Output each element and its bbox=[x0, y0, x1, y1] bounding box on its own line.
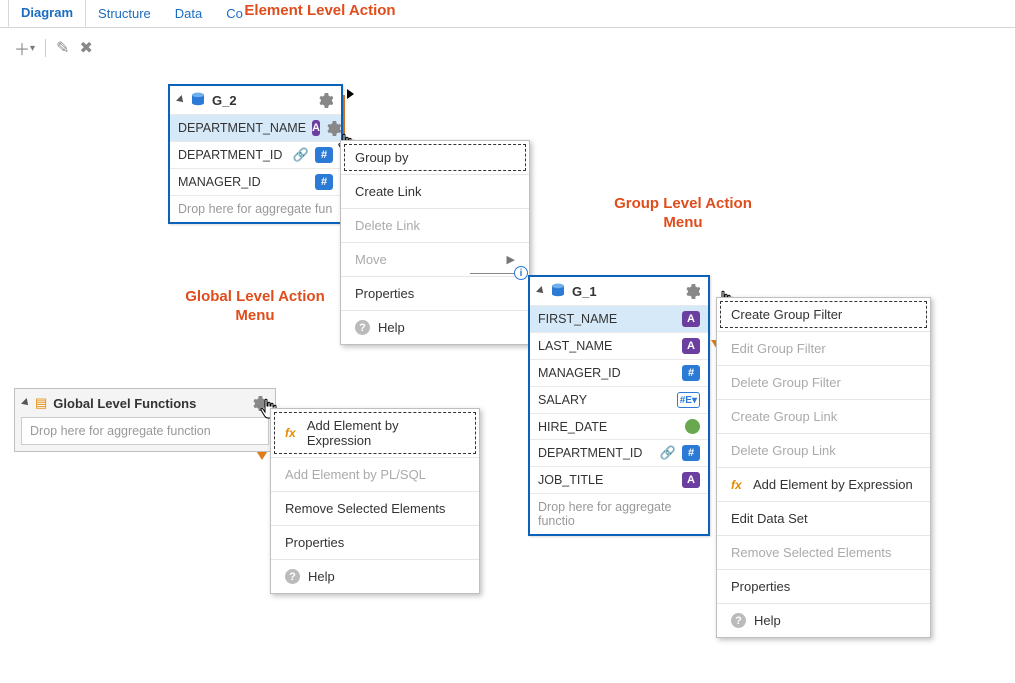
help-icon: ? bbox=[285, 569, 300, 584]
g2-drop-zone[interactable]: Drop here for aggregate fun bbox=[170, 195, 341, 222]
field-label: FIRST_NAME bbox=[538, 312, 676, 326]
type-number-icon: # bbox=[682, 445, 700, 461]
menu-delete-group-link: Delete Group Link bbox=[717, 433, 930, 467]
row-manager-id[interactable]: MANAGER_ID # bbox=[530, 359, 708, 386]
row-department-id[interactable]: DEPARTMENT_ID 🔗 # bbox=[530, 439, 708, 466]
toolbar-divider bbox=[45, 39, 46, 57]
menu-delete-link: Delete Link bbox=[341, 208, 529, 242]
dataset-icon bbox=[190, 92, 206, 108]
global-action-menu: fxAdd Element by Expression Add Element … bbox=[270, 408, 480, 594]
menu-edit-group-filter: Edit Group Filter bbox=[717, 331, 930, 365]
field-label: LAST_NAME bbox=[538, 339, 676, 353]
group-g1-header[interactable]: G_1 bbox=[530, 277, 708, 305]
group-g2: G_2 DEPARTMENT_NAME A DEPARTMENT_ID 🔗 # … bbox=[168, 84, 343, 224]
menu-create-group-filter[interactable]: Create Group Filter bbox=[717, 298, 930, 331]
row-manager-id[interactable]: MANAGER_ID # bbox=[170, 168, 341, 195]
field-label: MANAGER_ID bbox=[178, 175, 309, 189]
annotation-element-level: Element Level Action bbox=[190, 2, 450, 19]
toolbar: ＋▾ ✎ ✖ bbox=[0, 28, 1015, 68]
fx-icon: fx bbox=[731, 478, 745, 492]
delete-button[interactable]: ✖ bbox=[79, 38, 92, 58]
menu-group-by[interactable]: Group by bbox=[341, 141, 529, 174]
menu-create-group-link: Create Group Link bbox=[717, 399, 930, 433]
chevron-right-icon: ▶ bbox=[507, 253, 515, 266]
menu-remove-selected: Remove Selected Elements bbox=[717, 535, 930, 569]
field-label: JOB_TITLE bbox=[538, 473, 676, 487]
connector-info-icon[interactable]: i bbox=[514, 266, 528, 280]
global-panel-header[interactable]: ▤ Global Level Functions bbox=[15, 389, 275, 417]
global-panel-title: Global Level Functions bbox=[53, 396, 196, 411]
collapse-icon[interactable] bbox=[536, 286, 546, 296]
tab-strip: Diagram Structure Data Co bbox=[0, 0, 1015, 28]
menu-delete-group-filter: Delete Group Filter bbox=[717, 365, 930, 399]
menu-add-element-expression[interactable]: fxAdd Element by Expression bbox=[717, 467, 930, 501]
tab-diagram[interactable]: Diagram bbox=[8, 0, 86, 27]
group-g2-title: G_2 bbox=[212, 93, 312, 108]
row-last-name[interactable]: LAST_NAME A bbox=[530, 332, 708, 359]
row-job-title[interactable]: JOB_TITLE A bbox=[530, 466, 708, 493]
fx-icon: fx bbox=[285, 426, 299, 440]
group-action-menu: Create Group Filter Edit Group Filter De… bbox=[716, 297, 931, 638]
type-number-icon: # bbox=[315, 174, 333, 190]
row-department-name[interactable]: DEPARTMENT_NAME A bbox=[170, 114, 341, 141]
menu-add-element-plsql: Add Element by PL/SQL bbox=[271, 457, 479, 491]
field-label: DEPARTMENT_NAME bbox=[178, 121, 306, 135]
edit-button[interactable]: ✎ bbox=[56, 38, 69, 58]
menu-create-link[interactable]: Create Link bbox=[341, 174, 529, 208]
group-g1-title: G_1 bbox=[572, 284, 679, 299]
field-label: SALARY bbox=[538, 393, 671, 407]
gear-icon[interactable] bbox=[252, 396, 267, 411]
row-hire-date[interactable]: HIRE_DATE bbox=[530, 413, 708, 439]
type-text-icon: A bbox=[682, 311, 700, 327]
menu-add-element-expression[interactable]: fxAdd Element by Expression bbox=[271, 409, 479, 457]
menu-properties[interactable]: Properties bbox=[717, 569, 930, 603]
field-label: MANAGER_ID bbox=[538, 366, 676, 380]
type-text-icon: A bbox=[682, 338, 700, 354]
collapse-icon[interactable] bbox=[176, 95, 186, 105]
gear-icon[interactable] bbox=[318, 93, 333, 108]
global-drop-zone[interactable]: Drop here for aggregate function bbox=[21, 417, 269, 445]
menu-help[interactable]: ?Help bbox=[271, 559, 479, 593]
connector-line bbox=[470, 273, 518, 274]
group-g2-header[interactable]: G_2 bbox=[170, 86, 341, 114]
menu-help[interactable]: ?Help bbox=[717, 603, 930, 637]
link-icon: 🔗 bbox=[293, 147, 309, 163]
field-label: HIRE_DATE bbox=[538, 420, 679, 434]
annotation-global-level: Global Level ActionMenu bbox=[140, 288, 370, 326]
menu-edit-data-set[interactable]: Edit Data Set bbox=[717, 501, 930, 535]
connector-out-icon bbox=[347, 89, 354, 99]
type-number-expr-icon: #E▾ bbox=[677, 392, 700, 408]
field-label: DEPARTMENT_ID bbox=[178, 148, 287, 162]
gear-icon[interactable] bbox=[326, 121, 341, 136]
type-text-icon: A bbox=[682, 472, 700, 488]
menu-remove-selected[interactable]: Remove Selected Elements bbox=[271, 491, 479, 525]
link-icon: 🔗 bbox=[660, 445, 676, 461]
global-functions-panel: ▤ Global Level Functions Drop here for a… bbox=[14, 388, 276, 452]
help-icon: ? bbox=[731, 613, 746, 628]
row-first-name[interactable]: FIRST_NAME A bbox=[530, 305, 708, 332]
field-label: DEPARTMENT_ID bbox=[538, 446, 654, 460]
type-number-icon: # bbox=[682, 365, 700, 381]
add-button[interactable]: ＋▾ bbox=[14, 36, 35, 60]
dataset-icon bbox=[550, 283, 566, 299]
annotation-group-level: Group Level ActionMenu bbox=[568, 195, 798, 233]
row-department-id[interactable]: DEPARTMENT_ID 🔗 # bbox=[170, 141, 341, 168]
collapse-icon[interactable] bbox=[21, 398, 31, 408]
menu-properties[interactable]: Properties bbox=[271, 525, 479, 559]
group-g1: G_1 FIRST_NAME A LAST_NAME A MANAGER_ID … bbox=[528, 275, 710, 536]
gear-icon[interactable] bbox=[685, 284, 700, 299]
type-number-icon: # bbox=[315, 147, 333, 163]
tab-structure[interactable]: Structure bbox=[86, 0, 163, 27]
type-text-icon: A bbox=[312, 120, 320, 136]
row-salary[interactable]: SALARY #E▾ bbox=[530, 386, 708, 413]
menu-move[interactable]: Move▶ bbox=[341, 242, 529, 276]
document-icon: ▤ bbox=[35, 395, 47, 411]
g1-drop-zone[interactable]: Drop here for aggregate functio bbox=[530, 493, 708, 534]
type-date-icon bbox=[685, 419, 700, 434]
